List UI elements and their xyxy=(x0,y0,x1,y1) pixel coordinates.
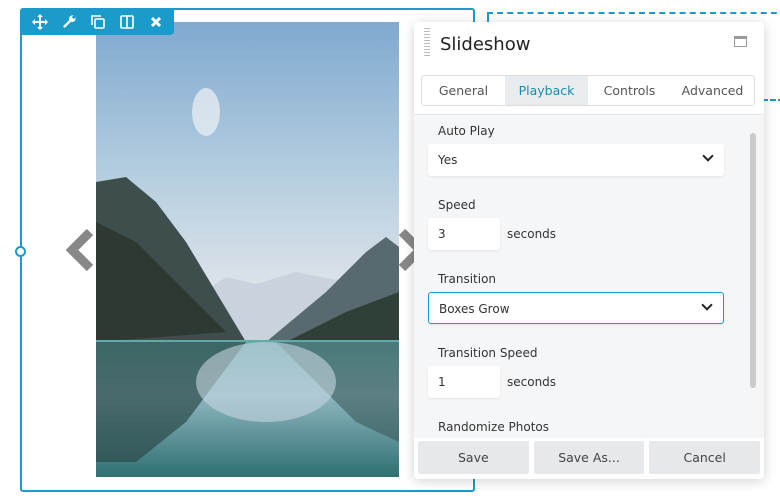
tab-controls[interactable]: Controls xyxy=(588,76,671,105)
wrench-icon[interactable] xyxy=(61,14,77,30)
resize-handle[interactable] xyxy=(15,246,26,257)
close-icon[interactable] xyxy=(148,14,164,30)
maximize-icon[interactable] xyxy=(734,36,747,47)
transition-speed-label: Transition Speed xyxy=(438,346,538,360)
slideshow-photo xyxy=(96,22,399,477)
speed-unit: seconds xyxy=(507,227,557,241)
cancel-button[interactable]: Cancel xyxy=(649,441,761,474)
tab-bar: General Playback Controls Advanced xyxy=(421,75,755,106)
button-bar: Save Save As... Cancel xyxy=(418,441,761,474)
tab-general[interactable]: General xyxy=(422,76,505,105)
transition-value: Boxes Grow xyxy=(439,302,510,316)
randomize-label: Randomize Photos xyxy=(438,420,549,434)
auto-play-label: Auto Play xyxy=(438,124,495,138)
auto-play-select[interactable]: Yes xyxy=(428,144,724,176)
auto-play-value: Yes xyxy=(438,153,458,167)
duplicate-icon[interactable] xyxy=(90,14,106,30)
previous-slide-arrow[interactable] xyxy=(64,228,94,272)
drop-zone-outline-edge xyxy=(487,12,489,22)
chevron-down-icon xyxy=(701,299,713,311)
columns-icon[interactable] xyxy=(119,14,135,30)
transition-label: Transition xyxy=(438,272,497,286)
speed-input[interactable]: 3 xyxy=(428,218,500,250)
transition-select[interactable]: Boxes Grow xyxy=(428,292,724,324)
scrollbar[interactable] xyxy=(750,133,756,388)
tab-playback[interactable]: Playback xyxy=(505,76,588,105)
settings-panel: Slideshow General Playback Controls Adva… xyxy=(414,22,764,479)
drop-zone-outline xyxy=(487,12,780,14)
transition-speed-unit: seconds xyxy=(507,375,557,389)
chevron-down-icon xyxy=(702,150,714,162)
panel-title: Slideshow xyxy=(440,34,531,55)
speed-label: Speed xyxy=(438,198,476,212)
transition-speed-input[interactable]: 1 xyxy=(428,366,500,398)
tab-advanced[interactable]: Advanced xyxy=(671,76,754,105)
save-as-button[interactable]: Save As... xyxy=(533,441,645,474)
module-toolbar xyxy=(22,8,174,35)
settings-content: Auto Play Yes Speed 3 seconds Transition… xyxy=(414,114,764,438)
save-button[interactable]: Save xyxy=(418,441,529,474)
move-icon[interactable] xyxy=(32,13,48,30)
drag-grip-icon[interactable] xyxy=(424,28,430,56)
